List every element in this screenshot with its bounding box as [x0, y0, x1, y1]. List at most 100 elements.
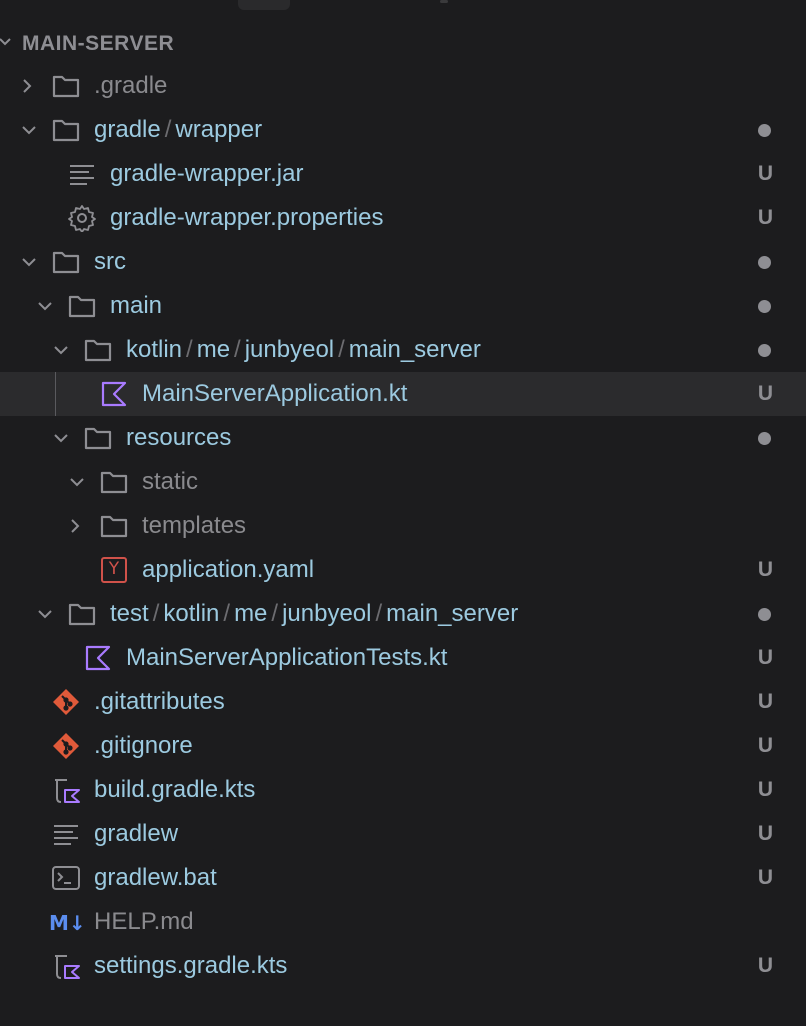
- tree-row-label: MainServerApplicationTests.kt: [126, 644, 448, 671]
- tree-row-label: gradle-wrapper.jar: [110, 160, 304, 187]
- untracked-badge: U: [757, 646, 773, 669]
- tree-row-label: gradle / wrapper: [94, 116, 263, 143]
- folder-icon: [84, 339, 112, 362]
- untracked-badge: U: [757, 954, 773, 977]
- tree-row-label: .gitignore: [94, 732, 193, 759]
- chevron-down-icon: [54, 346, 68, 355]
- indent-guide: [55, 372, 56, 416]
- folder-icon: [84, 427, 112, 450]
- tree-row-templates[interactable]: templates: [0, 504, 806, 548]
- tree-row-label: settings.gradle.kts: [94, 952, 288, 979]
- tree-row-label: static: [142, 468, 199, 495]
- tree-row-main[interactable]: main: [0, 284, 806, 328]
- top-tab-fragment: [238, 0, 290, 10]
- tree-row-gitignore[interactable]: .gitignore U: [0, 724, 806, 768]
- tree-row-help-md[interactable]: M↓ HELP.md: [0, 900, 806, 944]
- untracked-badge: U: [757, 822, 773, 845]
- tree-row-build-gradle-kts[interactable]: build.gradle.kts U: [0, 768, 806, 812]
- tree-row-label: test / kotlin / me / junbyeol / main_server: [110, 600, 519, 627]
- modified-dot: [758, 124, 771, 137]
- tree-row-label: gradle-wrapper.properties: [110, 204, 384, 231]
- untracked-badge: U: [757, 690, 773, 713]
- path-segment: main_server: [348, 336, 481, 363]
- chevron-right-icon: [71, 519, 80, 533]
- section-title: MAIN-SERVER: [22, 32, 175, 55]
- markdown-icon: M↓: [49, 911, 86, 935]
- path-segment: wrapper: [175, 116, 263, 143]
- tree-row-main-server-application[interactable]: MainServerApplication.kt U: [0, 372, 806, 416]
- chevron-down-icon: [70, 478, 84, 487]
- tree-row-gradle-wrapper-properties[interactable]: gradle-wrapper.properties U: [0, 196, 806, 240]
- top-divider-fragment: [440, 0, 448, 3]
- untracked-badge: U: [757, 866, 773, 889]
- untracked-badge: U: [757, 382, 773, 405]
- folder-icon: [68, 295, 96, 318]
- path-segment: test: [110, 600, 149, 627]
- chevron-down-icon: [38, 610, 52, 619]
- folder-icon: [100, 471, 128, 494]
- tree-row-static[interactable]: static: [0, 460, 806, 504]
- tree-row-gradlew-bat[interactable]: gradlew.bat U: [0, 856, 806, 900]
- tree-row-label: src: [94, 248, 126, 275]
- folder-icon: [52, 119, 80, 142]
- path-segment: me: [234, 600, 268, 627]
- tree-row-src[interactable]: src: [0, 240, 806, 284]
- tree-row-gradle-dir[interactable]: .gradle: [0, 64, 806, 108]
- kotlin-icon: [101, 381, 127, 407]
- tree-row-label: application.yaml: [142, 556, 315, 583]
- path-segment: junbyeol: [282, 600, 372, 627]
- tree-row-settings-gradle-kts[interactable]: settings.gradle.kts U: [0, 944, 806, 988]
- chevron-down-icon: [38, 302, 52, 311]
- gear-icon: [68, 205, 96, 232]
- path-segment: kotlin: [163, 600, 220, 627]
- tree-row-label: kotlin / me / junbyeol / main_server: [126, 336, 481, 363]
- path-segment: me: [196, 336, 231, 363]
- path-segment: kotlin: [126, 336, 183, 363]
- tree-row-application-yaml[interactable]: Y application.yaml U: [0, 548, 806, 592]
- tree-row-main-server-application-tests[interactable]: MainServerApplicationTests.kt U: [0, 636, 806, 680]
- folder-icon: [52, 251, 80, 274]
- gradle-kts-icon: [55, 955, 80, 979]
- lines-icon: [54, 825, 78, 845]
- tree-row-label: .gradle: [94, 72, 168, 99]
- chevron-down-icon: [0, 38, 11, 46]
- tree-row-label: build.gradle.kts: [94, 776, 256, 803]
- git-icon: [53, 689, 79, 715]
- modified-dot: [758, 344, 771, 357]
- tree-row-label: resources: [126, 424, 232, 451]
- tree-row-gradle-wrapper[interactable]: gradle / wrapper: [0, 108, 806, 152]
- tree-row-label: gradlew.bat: [94, 864, 217, 891]
- tree-row-kotlin-package[interactable]: kotlin / me / junbyeol / main_server: [0, 328, 806, 372]
- terminal-icon: [52, 866, 80, 890]
- tree-row-test-package[interactable]: test / kotlin / me / junbyeol / main_server: [0, 592, 806, 636]
- tree-row-label: gradlew: [94, 820, 179, 847]
- untracked-badge: U: [757, 162, 773, 185]
- yaml-icon: Y: [99, 556, 129, 584]
- tree-row-label: .gitattributes: [94, 688, 225, 715]
- section-header[interactable]: MAIN-SERVER: [0, 26, 806, 58]
- modified-dot: [758, 608, 771, 621]
- untracked-badge: U: [757, 558, 773, 581]
- tree-row-gradlew[interactable]: gradlew U: [0, 812, 806, 856]
- tree-row-gitattributes[interactable]: .gitattributes U: [0, 680, 806, 724]
- untracked-badge: U: [757, 206, 773, 229]
- file-explorer: MAIN-SERVER .gradle gradle / wrapper gradl…: [0, 0, 806, 1026]
- kotlin-icon: [85, 645, 111, 671]
- chevron-down-icon: [22, 126, 36, 135]
- tree-row-resources[interactable]: resources: [0, 416, 806, 460]
- lines-icon: [70, 165, 94, 185]
- git-icon: [53, 733, 79, 759]
- chevron-down-icon: [54, 434, 68, 443]
- untracked-badge: U: [757, 778, 773, 801]
- modified-dot: [758, 300, 771, 313]
- tree-row-label: HELP.md: [94, 908, 194, 935]
- tree-row-gradle-wrapper-jar[interactable]: gradle-wrapper.jar U: [0, 152, 806, 196]
- folder-icon: [68, 603, 96, 626]
- tree-row-label: MainServerApplication.kt: [142, 380, 408, 407]
- folder-icon: [100, 515, 128, 538]
- modified-dot: [758, 256, 771, 269]
- path-segment: junbyeol: [244, 336, 335, 363]
- untracked-badge: U: [757, 734, 773, 757]
- tree-row-label: main: [110, 292, 163, 319]
- modified-dot: [758, 432, 771, 445]
